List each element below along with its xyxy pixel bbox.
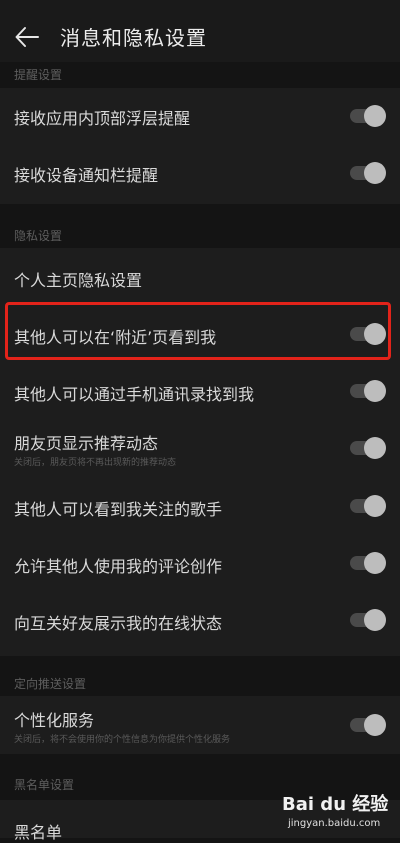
push-card: 个性化服务 关闭后，将不会使用你的个性信息为你提供个性化服务 bbox=[0, 696, 400, 754]
setting-label: 向互关好友展示我的在线状态 bbox=[14, 614, 223, 633]
baidu-jingyan-watermark: Bai du 经验 jingyan.baidu.com bbox=[282, 788, 394, 834]
setting-label: 接收设备通知栏提醒 bbox=[14, 166, 159, 185]
toggle-knob bbox=[364, 162, 386, 184]
setting-row-notification-bar[interactable]: 接收设备通知栏提醒 bbox=[0, 145, 400, 201]
toggle-knob bbox=[364, 609, 386, 631]
nearby-visibility-toggle[interactable] bbox=[350, 323, 386, 345]
setting-row-comment-creation[interactable]: 允许其他人使用我的评论创作 bbox=[0, 536, 400, 592]
personalized-service-toggle[interactable] bbox=[350, 714, 386, 736]
reminder-card: 接收应用内顶部浮层提醒 接收设备通知栏提醒 bbox=[0, 88, 400, 204]
section-label-push: 定向推送设置 bbox=[14, 677, 87, 691]
setting-description: 关闭后，朋友页将不再出现新的推荐动态 bbox=[14, 458, 177, 468]
toggle-knob bbox=[364, 380, 386, 402]
back-arrow-icon[interactable] bbox=[14, 24, 40, 50]
setting-label: 黑名单 bbox=[14, 823, 63, 842]
setting-label: 个性化服务 bbox=[14, 711, 95, 730]
setting-label: 其他人可以看到我关注的歌手 bbox=[14, 500, 223, 519]
toggle-knob bbox=[364, 437, 386, 459]
friends-feed-toggle[interactable] bbox=[350, 437, 386, 459]
toggle-knob bbox=[364, 495, 386, 517]
watermark-url-text: jingyan.baidu.com bbox=[288, 818, 381, 829]
setting-label: 朋友页显示推荐动态 bbox=[14, 434, 159, 453]
toggle-knob bbox=[364, 552, 386, 574]
setting-row-nearby[interactable]: 其他人可以在‘附近’页看到我 bbox=[0, 306, 400, 362]
section-label-reminder: 提醒设置 bbox=[14, 68, 63, 82]
online-status-toggle[interactable] bbox=[350, 609, 386, 631]
setting-row-contacts[interactable]: 其他人可以通过手机通讯录找到我 bbox=[0, 363, 400, 419]
watermark-main-text: Bai du 经验 bbox=[282, 794, 389, 815]
setting-label: 接收应用内顶部浮层提醒 bbox=[14, 109, 191, 128]
setting-description: 关闭后，将不会使用你的个性信息为你提供个性化服务 bbox=[14, 735, 231, 745]
toggle-knob bbox=[364, 323, 386, 345]
setting-label: 个人主页隐私设置 bbox=[14, 271, 143, 290]
setting-label: 其他人可以在‘附近’页看到我 bbox=[14, 328, 217, 347]
setting-label: 其他人可以通过手机通讯录找到我 bbox=[14, 385, 255, 404]
notification-bar-toggle[interactable] bbox=[350, 162, 386, 184]
followed-singers-toggle[interactable] bbox=[350, 495, 386, 517]
setting-row-friends-feed[interactable]: 朋友页显示推荐动态 关闭后，朋友页将不再出现新的推荐动态 bbox=[0, 420, 400, 476]
toggle-knob bbox=[364, 105, 386, 127]
setting-row-followed-singers[interactable]: 其他人可以看到我关注的歌手 bbox=[0, 478, 400, 534]
setting-row-online-status[interactable]: 向互关好友展示我的在线状态 bbox=[0, 593, 400, 649]
setting-row-personalized[interactable]: 个性化服务 关闭后，将不会使用你的个性信息为你提供个性化服务 bbox=[0, 696, 400, 752]
contacts-discovery-toggle[interactable] bbox=[350, 380, 386, 402]
page-title: 消息和隐私设置 bbox=[60, 26, 207, 50]
section-label-privacy: 隐私设置 bbox=[14, 229, 63, 243]
toggle-knob bbox=[364, 714, 386, 736]
privacy-card: 个人主页隐私设置 其他人可以在‘附近’页看到我 其他人可以通过手机通讯录找到我 … bbox=[0, 248, 400, 656]
comment-creation-toggle[interactable] bbox=[350, 552, 386, 574]
section-label-blacklist: 黑名单设置 bbox=[14, 778, 75, 792]
setting-row-in-app-reminder[interactable]: 接收应用内顶部浮层提醒 bbox=[0, 88, 400, 144]
setting-row-profile-privacy[interactable]: 个人主页隐私设置 bbox=[0, 248, 400, 304]
in-app-reminder-toggle[interactable] bbox=[350, 105, 386, 127]
setting-label: 允许其他人使用我的评论创作 bbox=[14, 557, 223, 576]
top-app-bar: 消息和隐私设置 bbox=[0, 0, 400, 62]
